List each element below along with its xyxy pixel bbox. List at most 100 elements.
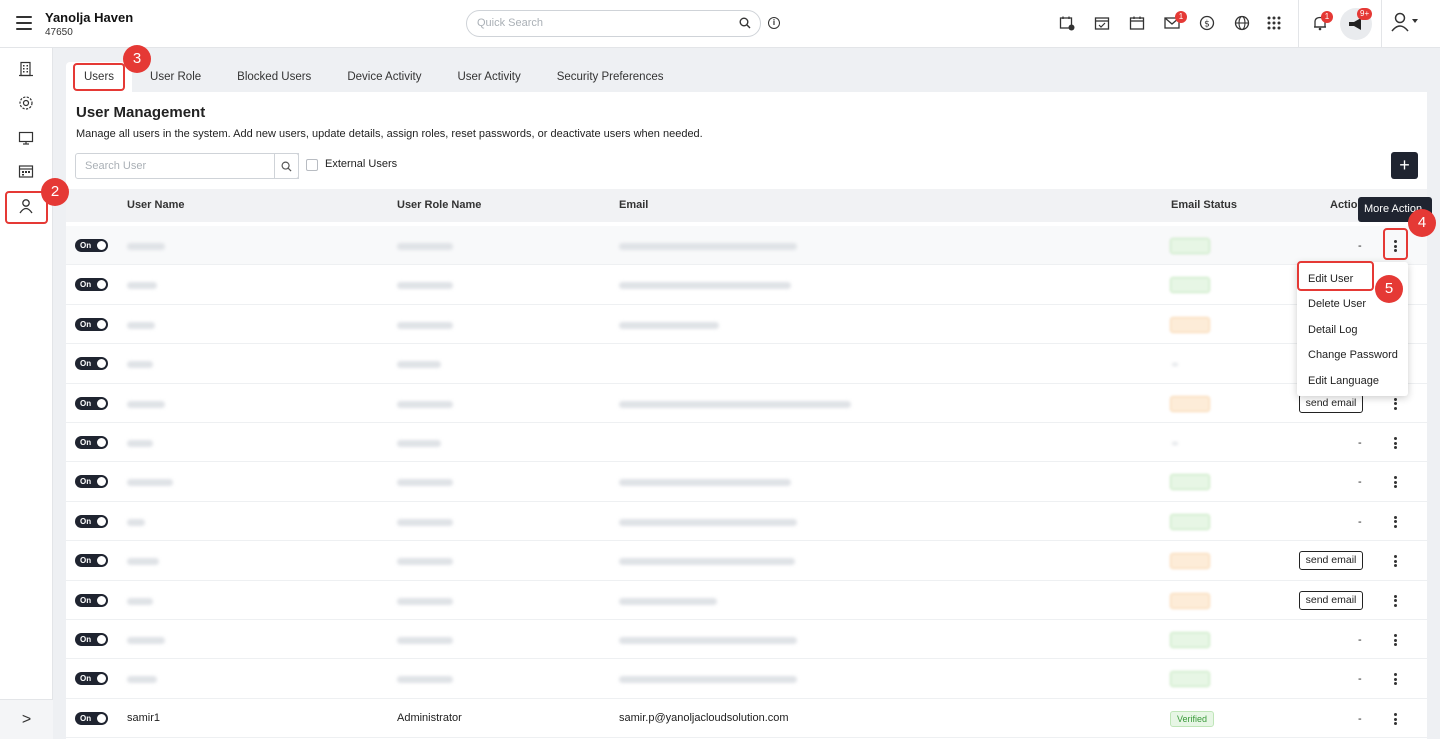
notification-count-badge: 1: [1321, 11, 1333, 23]
hotel-id: 47650: [45, 27, 73, 38]
email-status-empty: [1172, 363, 1178, 367]
active-toggle[interactable]: On: [75, 633, 108, 646]
active-toggle[interactable]: On: [75, 593, 108, 607]
user-name-redacted: [127, 558, 159, 566]
table-row[interactable]: On -: [66, 620, 1427, 660]
table-row[interactable]: On: [66, 344, 1427, 384]
profile-menu-button[interactable]: [1391, 12, 1421, 32]
table-row[interactable]: On -: [66, 462, 1427, 502]
search-user-box[interactable]: [75, 153, 299, 179]
calendar-check-icon[interactable]: [1092, 13, 1112, 33]
quick-search-box[interactable]: [466, 10, 761, 37]
tab-security-preferences[interactable]: Security Preferences: [539, 62, 682, 92]
send-email-button[interactable]: send email: [1299, 590, 1363, 610]
active-toggle[interactable]: On: [75, 475, 108, 489]
tab-user-activity[interactable]: User Activity: [439, 62, 538, 92]
action-placeholder: -: [1358, 476, 1362, 489]
more-actions-icon[interactable]: [1388, 670, 1402, 688]
email-status-badge: [1170, 632, 1210, 648]
expand-sidebar-button[interactable]: >: [0, 699, 53, 739]
user-management-panel: User Management Manage all users in the …: [66, 92, 1427, 739]
table-row[interactable]: On send email: [66, 581, 1427, 620]
email-redacted: [619, 676, 797, 684]
active-toggle[interactable]: On: [75, 396, 108, 410]
table-row[interactable]: On -: [66, 502, 1427, 542]
calendar-add-icon[interactable]: [1057, 13, 1077, 33]
column-user-role-name[interactable]: User Role Name: [397, 199, 481, 211]
table-row[interactable]: On samir1 Administrator samir.p@yanoljac…: [66, 699, 1427, 739]
search-icon[interactable]: [739, 17, 751, 29]
info-icon[interactable]: i: [768, 17, 780, 29]
globe-icon[interactable]: [1232, 13, 1252, 33]
email-status-badge: [1170, 513, 1210, 530]
tab-blocked-users[interactable]: Blocked Users: [219, 62, 329, 92]
email-redacted: [619, 597, 717, 605]
menu-detail-log[interactable]: Detail Log: [1308, 324, 1358, 336]
send-email-button[interactable]: send email: [1299, 551, 1363, 571]
table-row[interactable]: On: [66, 305, 1427, 345]
building-icon[interactable]: [17, 60, 35, 78]
table-row[interactable]: On -: [66, 226, 1427, 266]
table-row[interactable]: On -: [66, 423, 1427, 463]
active-toggle[interactable]: On: [75, 278, 108, 292]
more-actions-icon[interactable]: [1388, 434, 1402, 452]
table-row[interactable]: On: [66, 265, 1427, 305]
toggle-label: On: [80, 516, 92, 526]
email-status-empty: [1172, 442, 1178, 445]
callout-step-3: 3: [123, 45, 151, 73]
toggle-label: On: [80, 398, 92, 408]
menu-edit-language[interactable]: Edit Language: [1308, 375, 1379, 387]
column-email[interactable]: Email: [619, 199, 648, 211]
user-role-redacted: [397, 479, 453, 487]
more-actions-icon[interactable]: [1388, 631, 1402, 649]
apps-grid-icon[interactable]: [1264, 13, 1284, 33]
email-redacted: [619, 282, 791, 290]
external-users-label: External Users: [325, 158, 398, 170]
hamburger-menu-icon[interactable]: [16, 16, 32, 30]
column-user-name[interactable]: User Name: [127, 199, 184, 211]
email-redacted: [619, 321, 719, 329]
active-toggle[interactable]: On: [75, 239, 108, 252]
column-email-status[interactable]: Email Status: [1171, 199, 1237, 211]
user-name-redacted: [127, 637, 165, 644]
callout-step-2: 2: [41, 178, 69, 206]
table-row[interactable]: On send email: [66, 541, 1427, 581]
external-users-checkbox[interactable]: [306, 159, 318, 171]
active-toggle[interactable]: On: [75, 357, 108, 371]
more-actions-icon[interactable]: [1388, 473, 1402, 491]
user-name-redacted: [127, 361, 153, 369]
active-toggle[interactable]: On: [75, 712, 108, 725]
active-toggle[interactable]: On: [75, 672, 108, 686]
active-toggle[interactable]: On: [75, 514, 108, 528]
search-user-button[interactable]: [274, 153, 299, 179]
monitor-icon[interactable]: [17, 129, 35, 147]
send-email-button[interactable]: send email: [1299, 393, 1363, 413]
action-placeholder: -: [1358, 240, 1362, 252]
calendar-grid-icon[interactable]: [17, 162, 35, 180]
table-row[interactable]: On send email: [66, 384, 1427, 423]
calendar-icon[interactable]: [1127, 13, 1147, 33]
quick-search-input[interactable]: [477, 17, 727, 29]
settings-icon[interactable]: [17, 94, 35, 112]
menu-change-password[interactable]: Change Password: [1308, 349, 1398, 361]
more-actions-icon[interactable]: [1388, 552, 1402, 570]
table-row[interactable]: On -: [66, 659, 1427, 699]
email-status-badge: [1170, 474, 1210, 491]
active-toggle[interactable]: On: [75, 317, 108, 331]
more-actions-icon[interactable]: [1388, 395, 1402, 413]
email-redacted: [619, 637, 797, 644]
active-toggle[interactable]: On: [75, 436, 108, 449]
more-actions-icon[interactable]: [1388, 710, 1402, 728]
add-user-button[interactable]: +: [1391, 152, 1418, 179]
search-user-input[interactable]: [85, 160, 285, 172]
more-actions-icon[interactable]: [1388, 513, 1402, 531]
more-actions-icon[interactable]: [1388, 592, 1402, 610]
active-toggle[interactable]: On: [75, 554, 108, 568]
toggle-label: On: [80, 438, 92, 447]
user-name-redacted: [127, 479, 173, 487]
action-placeholder: -: [1358, 634, 1362, 646]
currency-icon[interactable]: $: [1197, 13, 1217, 33]
tab-device-activity[interactable]: Device Activity: [329, 62, 439, 92]
toggle-label: On: [80, 359, 92, 369]
menu-delete-user[interactable]: Delete User: [1308, 298, 1366, 310]
